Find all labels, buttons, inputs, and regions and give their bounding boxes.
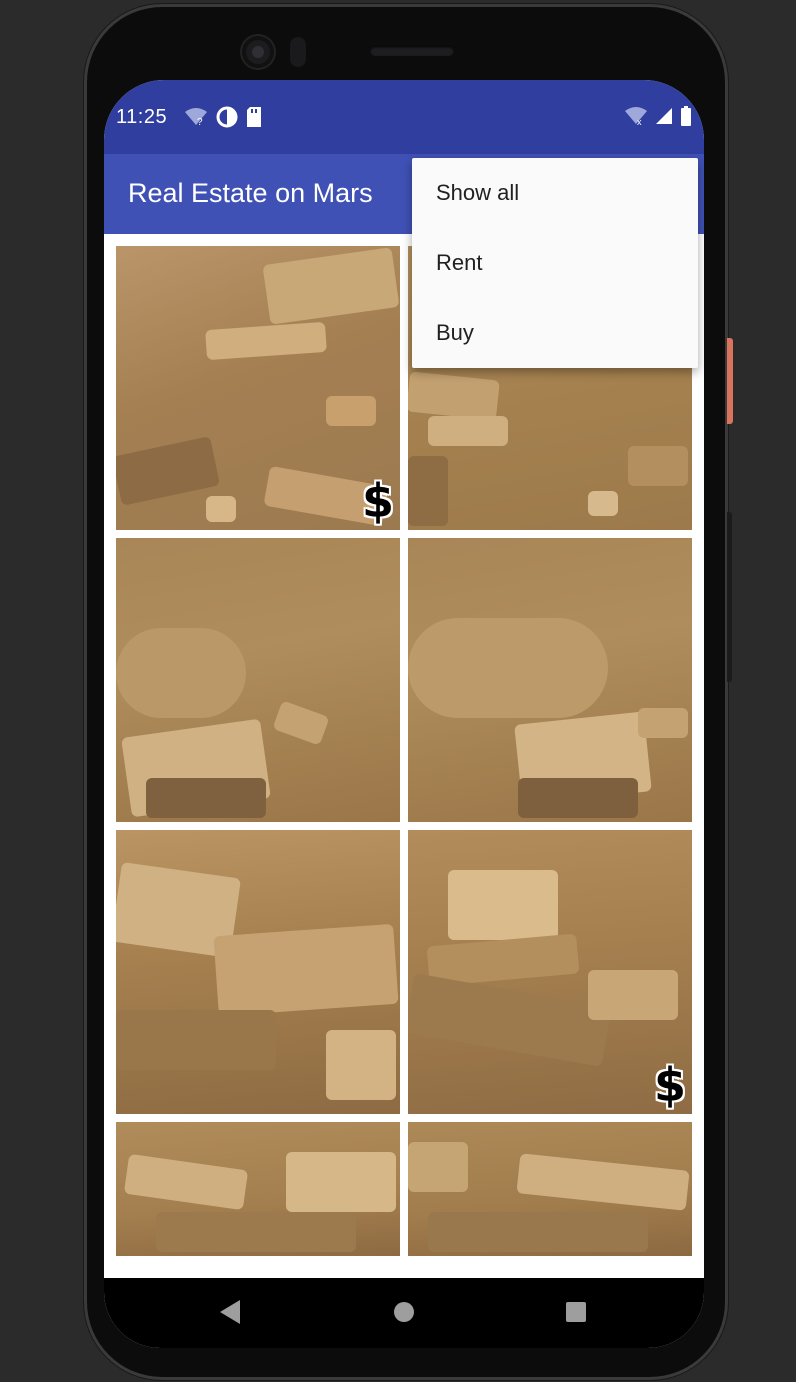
property-tile[interactable] bbox=[408, 1122, 692, 1256]
property-tile[interactable] bbox=[116, 538, 400, 822]
buy-badge-icon: $ bbox=[361, 474, 394, 528]
battery-icon bbox=[680, 106, 692, 131]
wifi-question-icon: ? bbox=[184, 107, 208, 132]
status-left-icons: ? bbox=[184, 106, 262, 133]
property-tile[interactable] bbox=[408, 538, 692, 822]
proximity-sensor bbox=[290, 37, 306, 67]
buy-badge-icon: $ bbox=[653, 1058, 686, 1112]
svg-text:?: ? bbox=[197, 117, 203, 127]
menu-item-show-all[interactable]: Show all bbox=[412, 158, 698, 228]
status-time: 11:25 bbox=[116, 106, 168, 128]
earpiece-speaker bbox=[370, 46, 454, 56]
property-tile[interactable] bbox=[116, 830, 400, 1114]
filter-menu: Show all Rent Buy bbox=[412, 158, 698, 368]
data-saver-icon bbox=[216, 106, 238, 133]
menu-item-buy[interactable]: Buy bbox=[412, 298, 698, 368]
property-tile[interactable]: $ bbox=[116, 246, 400, 530]
svg-text:x: x bbox=[637, 117, 642, 126]
power-button bbox=[727, 338, 733, 424]
wifi-off-icon: x bbox=[624, 106, 648, 131]
recents-icon[interactable] bbox=[566, 1302, 586, 1322]
front-camera bbox=[242, 36, 274, 68]
home-icon[interactable] bbox=[394, 1302, 414, 1322]
app-title: Real Estate on Mars bbox=[128, 178, 373, 208]
signal-icon bbox=[654, 106, 674, 131]
volume-button bbox=[727, 512, 732, 682]
status-right-icons: x bbox=[624, 106, 692, 131]
navigation-bar bbox=[104, 1278, 704, 1348]
menu-item-rent[interactable]: Rent bbox=[412, 228, 698, 298]
sd-card-icon bbox=[246, 107, 262, 132]
property-tile[interactable] bbox=[116, 1122, 400, 1256]
status-bar: 11:25 ? x bbox=[104, 80, 704, 154]
back-icon[interactable] bbox=[220, 1300, 240, 1324]
property-tile[interactable]: $ bbox=[408, 830, 692, 1114]
device-screen: 11:25 ? x Real Estate on Mars $ $ Show a… bbox=[104, 80, 704, 1348]
